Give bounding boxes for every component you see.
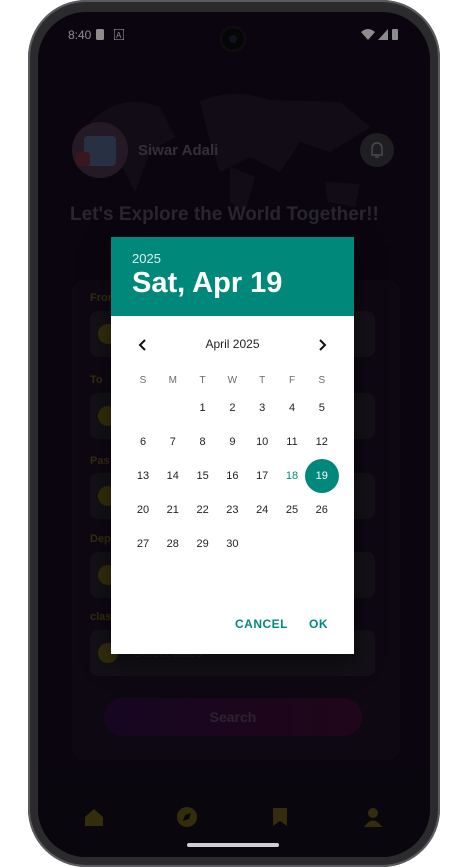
calendar-day[interactable]: 27 [126, 527, 160, 561]
calendar-day[interactable]: 28 [156, 527, 190, 561]
calendar-day[interactable]: 20 [126, 493, 160, 527]
cancel-button[interactable]: CANCEL [235, 617, 288, 631]
home-indicator[interactable] [187, 843, 279, 847]
calendar-day[interactable]: 11 [275, 425, 309, 459]
date-picker-dialog: 2025 Sat, Apr 19 April 2025 SMTWTFS12345… [111, 237, 354, 654]
ok-button[interactable]: OK [309, 617, 328, 631]
weekday-label: T [259, 375, 266, 386]
weekday-label: S [318, 375, 326, 386]
weekday-label: S [139, 375, 147, 386]
calendar-day[interactable]: 13 [126, 459, 160, 493]
calendar-day[interactable]: 25 [275, 493, 309, 527]
header-year[interactable]: 2025 [132, 251, 161, 266]
month-navigation: April 2025 [111, 335, 354, 355]
calendar-day[interactable]: 26 [305, 493, 339, 527]
calendar-day[interactable]: 6 [126, 425, 160, 459]
calendar-day[interactable]: 21 [156, 493, 190, 527]
header-selected-date: Sat, Apr 19 [132, 267, 283, 299]
chevron-left-icon[interactable] [133, 335, 153, 355]
weekday-label: M [168, 375, 177, 386]
calendar-day[interactable]: 18 [275, 459, 309, 493]
weekday-label: W [227, 375, 238, 386]
calendar-day[interactable]: 30 [215, 527, 249, 561]
calendar-day[interactable]: 4 [275, 391, 309, 425]
calendar-day[interactable]: 12 [305, 425, 339, 459]
calendar-day[interactable]: 14 [156, 459, 190, 493]
calendar-day-selected[interactable]: 19 [304, 459, 339, 493]
calendar-day[interactable]: 5 [305, 391, 339, 425]
chevron-right-icon[interactable] [312, 335, 332, 355]
screen: 8:40 A Siwar Adali Let's Explore the Wor… [38, 12, 430, 857]
calendar-day[interactable]: 7 [156, 425, 190, 459]
date-picker-header: 2025 Sat, Apr 19 [111, 237, 354, 316]
weekday-label: F [288, 375, 296, 386]
weekday-label: T [199, 375, 206, 386]
